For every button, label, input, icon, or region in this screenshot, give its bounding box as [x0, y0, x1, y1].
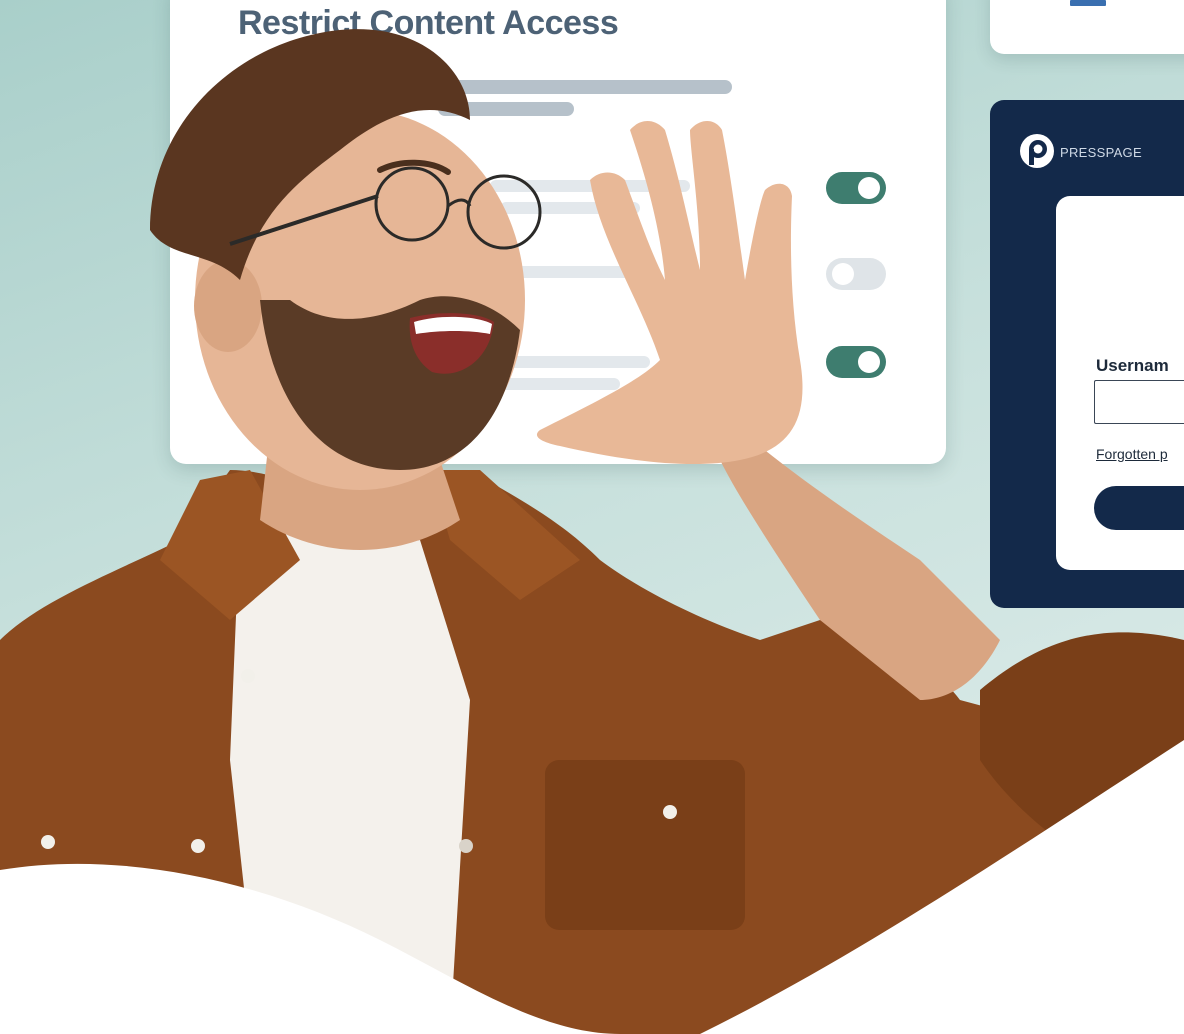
button	[459, 839, 473, 853]
button	[241, 669, 255, 683]
button	[191, 839, 205, 853]
tshirt-shape	[230, 520, 470, 1034]
button	[41, 835, 55, 849]
shirt-pocket	[545, 760, 745, 930]
ear	[194, 260, 262, 352]
person-photo	[0, 29, 1184, 1034]
button	[663, 805, 677, 819]
hand	[536, 121, 803, 465]
hero-scene: Restrict Content Access PRESSPAGE Userna…	[0, 0, 1184, 1034]
